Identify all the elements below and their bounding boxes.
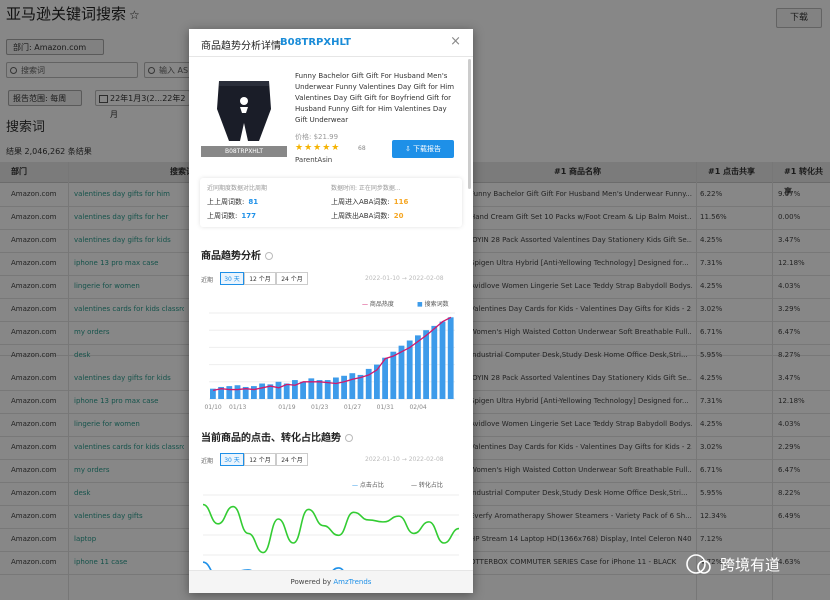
click-share-line <box>202 503 460 554</box>
range-24-months[interactable]: 24 个月 <box>276 272 308 285</box>
x-tick-label: 01/23 <box>311 404 328 411</box>
review-count: 68 <box>358 145 366 152</box>
product-title[interactable]: Funny Bachelor Gift Gift For Husband Men… <box>295 71 461 126</box>
stats-panel: 近同期度数据对比周期 数据时间: 正在同步数据... 上上周词数: 81 上周词数… <box>200 178 462 227</box>
bar[interactable] <box>275 381 282 399</box>
bar[interactable] <box>349 373 356 399</box>
bar[interactable] <box>251 386 257 399</box>
bar[interactable] <box>316 380 323 399</box>
bar[interactable] <box>300 381 306 399</box>
share-chart <box>202 494 460 571</box>
stat-prev-week: 上周词数: 177 <box>207 212 256 220</box>
bar[interactable] <box>382 357 388 399</box>
x-tick-label: 01/10 <box>204 404 221 411</box>
brand-link[interactable]: AmzTrends <box>333 578 371 586</box>
help-icon[interactable] <box>345 434 353 442</box>
legend-conv: — 转化占比 <box>411 482 443 489</box>
range-label: 近期 <box>201 277 214 284</box>
stat-prev2-week: 上上周词数: 81 <box>207 198 259 206</box>
rating-stars: ★★★★★ <box>295 143 341 153</box>
bar[interactable] <box>431 325 438 399</box>
stats-caption: 近同期度数据对比周期 <box>207 185 268 192</box>
product-trend-modal: 商品趋势分析详情 B08TRPXHLT × B08TRPXHLT Funny B… <box>189 29 473 593</box>
trend-section-title: 商品趋势分析 <box>201 247 273 262</box>
bar[interactable] <box>447 317 454 399</box>
product-price: 价格: $21.99 <box>295 133 339 141</box>
x-tick-label: 01/13 <box>229 404 246 411</box>
svg-text:跨境有道: 跨境有道 <box>720 556 780 574</box>
legend-heat: — 商品热度 <box>362 301 394 308</box>
modal-title: 商品趋势分析详情 <box>201 41 281 52</box>
scrollbar[interactable] <box>468 59 471 189</box>
divider <box>189 56 473 57</box>
legend-words: ■ 搜索词数 <box>417 301 449 308</box>
bar[interactable] <box>398 345 405 399</box>
stat-exit-aba: 上周跌出ABA词数: 20 <box>331 212 404 220</box>
trend-date-range[interactable]: 2022-01-10 → 2022-02-08 <box>365 275 444 282</box>
bar[interactable] <box>226 386 233 399</box>
range-label: 近期 <box>201 458 214 465</box>
share-section-title: 当前商品的点击、转化占比趋势 <box>201 429 353 444</box>
stat-enter-aba: 上周进入ABA词数: 116 <box>331 198 409 206</box>
x-tick-label: 02/04 <box>409 404 426 411</box>
trend-range-buttons: 近期 30 天 12 个月 24 个月 2022-01-10 → 2022-02… <box>201 272 461 285</box>
x-tick-label: 01/31 <box>377 404 394 411</box>
share-range-buttons: 近期 30 天 12 个月 24 个月 2022-01-10 → 2022-02… <box>201 453 461 466</box>
stats-time: 数据时间: 正在同步数据... <box>331 185 401 192</box>
range-30-days[interactable]: 30 天 <box>220 272 244 285</box>
download-icon: ⇩ <box>404 145 414 153</box>
bar[interactable] <box>390 351 397 399</box>
bar[interactable] <box>423 330 429 399</box>
range-12-months[interactable]: 12 个月 <box>244 272 276 285</box>
help-icon[interactable] <box>265 252 273 260</box>
range-12-months[interactable]: 12 个月 <box>244 453 276 466</box>
share-date-range[interactable]: 2022-01-10 → 2022-02-08 <box>365 456 444 463</box>
product-asin-tag: B08TRPXHLT <box>201 146 287 157</box>
bar[interactable] <box>259 383 265 399</box>
trend-chart: 01/10 01/13 01/19 01/23 01/27 01/31 02/04 <box>204 312 455 411</box>
bar[interactable] <box>333 377 339 400</box>
x-tick-label: 01/19 <box>278 404 295 411</box>
bar[interactable] <box>292 380 298 399</box>
x-tick-label: 01/27 <box>344 404 361 411</box>
bar[interactable] <box>234 385 241 399</box>
parent-asin-label[interactable]: ParentAsin <box>295 156 332 164</box>
product-image <box>201 71 287 157</box>
bar[interactable] <box>341 375 347 399</box>
range-24-months[interactable]: 24 个月 <box>276 453 308 466</box>
legend-click: — 点击占比 <box>352 482 384 489</box>
bar[interactable] <box>415 335 421 399</box>
modal-footer: Powered by AmzTrends <box>189 570 473 593</box>
modal-asin[interactable]: B08TRPXHLT <box>280 37 351 48</box>
close-icon[interactable]: × <box>450 34 461 49</box>
watermark: 跨境有道 <box>686 552 822 580</box>
download-report-button[interactable]: ⇩ 下载报告 <box>392 140 454 158</box>
range-30-days[interactable]: 30 天 <box>220 453 244 466</box>
bar[interactable] <box>439 321 446 399</box>
